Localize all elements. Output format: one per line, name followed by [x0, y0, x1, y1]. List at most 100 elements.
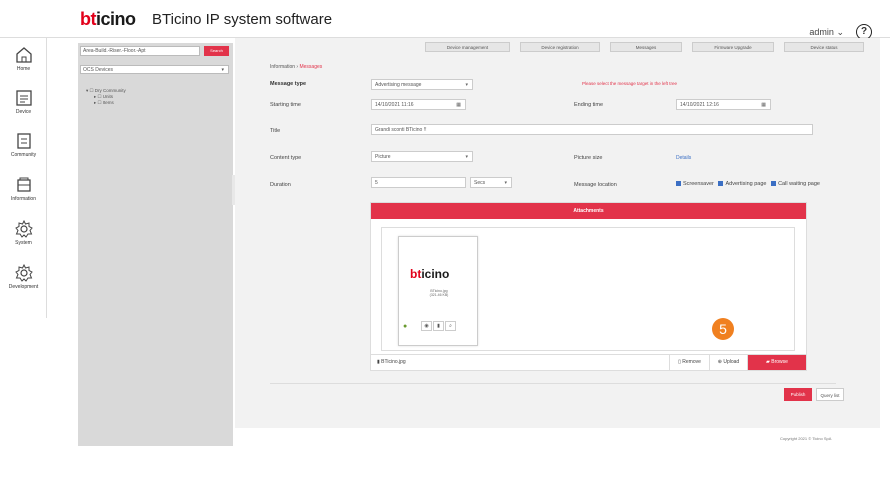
message-type-select[interactable]: Advertising message ▾: [371, 79, 473, 90]
community-icon: [16, 133, 31, 149]
checkbox-checked-icon: [718, 181, 724, 187]
ending-time-label: Ending time: [574, 102, 604, 108]
step-badge: 5: [712, 318, 734, 340]
attachment-thumbnail: bticino BTicino.jpg (321.46 KB) ● ◉ ▮ ⌕: [398, 236, 478, 346]
message-type-value: Advertising message: [375, 82, 422, 88]
logo-prefix: bt: [410, 267, 422, 281]
remove-button[interactable]: ▯ Remove: [669, 355, 709, 370]
location-screensaver-checkbox[interactable]: Screensaver: [676, 181, 714, 187]
tree-search-button[interactable]: Search: [204, 46, 229, 56]
upload-button[interactable]: ⊕ Upload: [709, 355, 747, 370]
chevron-down-icon: ▾: [465, 154, 468, 160]
thumbnail-actions: ◉ ▮ ⌕: [421, 321, 457, 331]
nav-information-label: Information: [10, 196, 36, 202]
nav-community[interactable]: Community: [0, 126, 47, 166]
footer-copyright: Copyright 2021 © Ticino SpA: [780, 436, 832, 441]
tree-node[interactable]: ▸ ☐ Items: [94, 100, 114, 106]
nav-device-label: Device: [15, 109, 32, 115]
user-menu[interactable]: admin ⌄: [809, 27, 844, 38]
development-gear-icon: [14, 264, 33, 282]
delete-icon[interactable]: ▮: [433, 321, 444, 331]
duration-unit-select[interactable]: Secs ▾: [470, 177, 512, 188]
location-call-waiting-checkbox[interactable]: Call waiting page: [771, 181, 820, 187]
file-icon: ▮: [377, 359, 380, 365]
information-icon: [16, 177, 31, 192]
duration-input[interactable]: 5: [371, 177, 466, 188]
calendar-icon[interactable]: ▦: [456, 100, 461, 110]
ending-time-input[interactable]: 14/10/2021 12:16 ▦: [676, 99, 771, 110]
picture-size-details-link[interactable]: Details: [676, 155, 691, 161]
publish-button[interactable]: Publish: [784, 388, 812, 401]
device-icon: [15, 90, 32, 106]
nav-device[interactable]: Device: [0, 83, 47, 123]
upload-status-icon: ●: [403, 323, 408, 330]
location-label: Advertising page: [725, 181, 767, 187]
tab-device-management[interactable]: Device management: [425, 42, 510, 52]
breadcrumb: Information › Messages: [270, 64, 323, 70]
target-warning: Please select the message target in the …: [582, 81, 678, 86]
tree-node-label: Units: [102, 94, 114, 99]
content-type-select[interactable]: Picture ▾: [371, 151, 473, 162]
view-icon[interactable]: ◉: [421, 321, 432, 331]
left-nav: Home Device Community Information System…: [0, 38, 47, 318]
folder-icon: ▰: [766, 359, 770, 365]
content-type-value: Picture: [375, 154, 391, 160]
upload-icon: ⊕: [717, 359, 722, 365]
selected-file-name: BTicino.jpg: [381, 359, 406, 365]
nav-information[interactable]: Information: [0, 170, 47, 210]
logo-rest: icino: [96, 9, 136, 29]
breadcrumb-current: Messages: [299, 64, 323, 70]
zoom-icon[interactable]: ⌕: [445, 321, 456, 331]
user-name: admin: [809, 27, 834, 37]
starting-time-value: 14/10/2021 11:16: [375, 102, 414, 108]
tab-messages[interactable]: Messages: [610, 42, 682, 52]
starting-time-input[interactable]: 14/10/2021 11:16 ▦: [371, 99, 466, 110]
checkbox-checked-icon: [676, 181, 681, 187]
title-label: Title: [270, 128, 281, 134]
tab-device-registration[interactable]: Device registration: [520, 42, 600, 52]
logo-prefix: bt: [80, 9, 97, 29]
duration-label: Duration: [270, 182, 291, 188]
attachments-panel: Attachments bticino BTicino.jpg (321.46 K…: [370, 202, 807, 371]
checkbox-checked-icon: [771, 181, 777, 187]
location-label: Call waiting page: [778, 181, 820, 187]
query-list-button[interactable]: Query list: [816, 388, 844, 401]
tree-search-input[interactable]: Area-Build.-Riser.-Floor.-Apt: [80, 46, 200, 56]
browse-label: Browse: [771, 359, 788, 365]
browse-button[interactable]: ▰ Browse: [747, 355, 806, 370]
nav-system[interactable]: System: [0, 214, 47, 254]
chevron-down-icon: ▾: [504, 180, 507, 186]
toolbar-tabs: Device management Device registration Me…: [235, 42, 867, 53]
ending-time-value: 14/10/2021 12:16: [680, 102, 719, 108]
upload-label: Upload: [723, 359, 740, 365]
thumbnail-logo: bticino: [410, 267, 449, 281]
calendar-icon[interactable]: ▦: [761, 100, 766, 110]
duration-unit-value: Secs: [474, 180, 486, 186]
divider: [270, 383, 836, 384]
thumbnail-size: (321.46 KB): [429, 293, 449, 297]
chevron-down-icon: ▾: [221, 67, 224, 73]
breadcrumb-root[interactable]: Information: [270, 64, 295, 70]
home-icon: [15, 47, 32, 63]
message-type-label: Message type: [270, 81, 307, 87]
attachments-header: Attachments: [371, 203, 806, 219]
nav-development-label: Development: [8, 284, 39, 290]
content-type-label: Content type: [270, 155, 302, 161]
nav-development[interactable]: Development: [0, 258, 47, 298]
tree-filter-select[interactable]: OCS Devices ▾: [80, 65, 229, 74]
tab-device-status[interactable]: Device status: [784, 42, 864, 52]
trash-icon: ▯: [678, 359, 681, 365]
picture-size-label: Picture size: [574, 155, 603, 161]
message-location-label: Message location: [574, 182, 617, 188]
logo-rest: icino: [421, 267, 450, 281]
nav-system-label: System: [15, 240, 32, 246]
location-advertising-checkbox[interactable]: Advertising page: [718, 181, 766, 187]
selected-file: ▮ BTicino.jpg: [377, 359, 406, 365]
thumbnail-filename: BTicino.jpg (321.46 KB): [399, 289, 479, 297]
tree-node-label: Dry Community: [94, 88, 126, 93]
nav-community-label: Community: [10, 152, 37, 158]
nav-home[interactable]: Home: [0, 40, 47, 80]
tree-node-label: Items: [102, 100, 114, 105]
title-input[interactable]: Grandi sconti BTicino !!: [371, 124, 813, 135]
tab-firmware-upgrade[interactable]: Firmware Upgrade: [692, 42, 774, 52]
